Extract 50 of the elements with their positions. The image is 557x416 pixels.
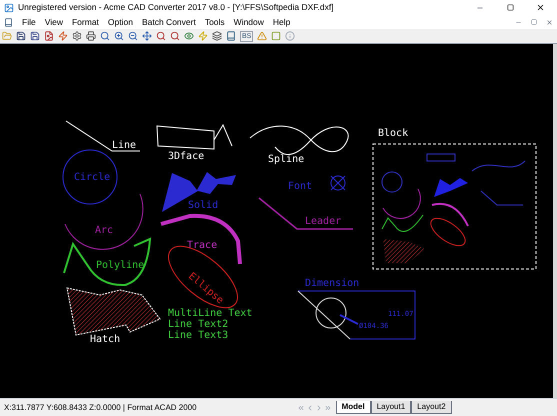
print-icon[interactable]	[86, 31, 96, 41]
child-close-icon[interactable]	[546, 18, 553, 26]
search-icon[interactable]	[100, 31, 110, 41]
drawing-label: Block	[378, 128, 408, 139]
drawing-label: 3Dface	[168, 151, 204, 162]
status-coordinates: X:311.7877 Y:608.8433 Z:0.0000 | Format ACAD 2000	[4, 402, 197, 414]
layout-tab[interactable]: Layout1	[370, 401, 412, 414]
menu-item[interactable]: Option	[108, 16, 133, 28]
eye-icon[interactable]	[184, 31, 194, 41]
menu-item[interactable]: Help	[272, 16, 290, 28]
multiline-text: MultiLine Text	[168, 308, 252, 319]
drawing-label: Hatch	[90, 334, 120, 345]
layout-tab[interactable]: Model	[336, 401, 371, 414]
maximize-icon	[506, 4, 514, 11]
drawing-label: Polyline	[96, 260, 144, 271]
drawing-label: Spline	[268, 154, 304, 165]
drawing-label: Arc	[95, 225, 114, 236]
multiline-text: Line Text3	[168, 330, 228, 341]
pan-icon[interactable]	[142, 31, 152, 41]
menu-item[interactable]: Window	[234, 16, 264, 28]
drawing-label: Trace	[187, 240, 218, 251]
document-icon	[4, 18, 13, 26]
file-icon[interactable]	[44, 31, 54, 41]
restore-icon[interactable]	[531, 19, 537, 25]
menu-item[interactable]: Format	[72, 16, 99, 28]
menu-item[interactable]: Tools	[204, 16, 225, 28]
zoom-in-icon[interactable]	[114, 31, 124, 41]
drawing-label: Font	[288, 181, 312, 192]
app-icon	[4, 2, 14, 12]
drawing-label: Dimension	[305, 278, 360, 289]
square-icon[interactable]	[271, 31, 282, 41]
warning-icon[interactable]	[257, 31, 268, 41]
crossed-circle-drawing	[330, 176, 346, 190]
drawing-label: Circle	[74, 172, 110, 183]
close-icon	[536, 3, 544, 12]
multiline-text: Line Text2	[168, 319, 228, 330]
menu-item[interactable]: File	[22, 16, 36, 28]
menu-item[interactable]: Batch Convert	[142, 16, 196, 28]
drawing-label: Line	[112, 140, 136, 151]
layers-icon[interactable]	[212, 31, 222, 41]
circle-drawing	[62, 150, 118, 204]
gear-icon[interactable]	[72, 31, 82, 41]
drawing-label: Leader	[305, 216, 342, 227]
book-icon[interactable]	[226, 31, 236, 41]
layout-tab[interactable]: Layout2	[411, 401, 452, 414]
drawing-label: Solid	[188, 200, 218, 211]
zoom-out-icon[interactable]	[128, 31, 138, 41]
menu-item[interactable]: View	[44, 16, 63, 28]
save-icon[interactable]	[16, 31, 26, 41]
window-title: Unregistered version - Acme CAD Converter 2017 v8.0 - [Y:\FFS\Softpedia DXF.dxf]	[18, 1, 335, 14]
